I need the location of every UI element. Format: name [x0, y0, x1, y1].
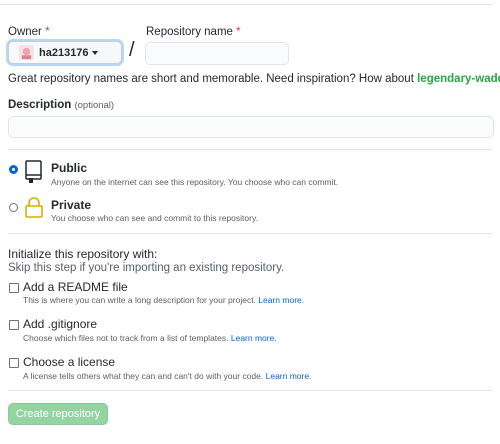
lock-icon [25, 197, 43, 218]
readme-checkbox[interactable] [9, 283, 19, 293]
name-hint: Great repository names are short and mem… [8, 73, 500, 85]
top-divider [0, 4, 492, 5]
public-title: Public [51, 161, 88, 175]
license-checkbox[interactable] [9, 358, 19, 368]
name-suggestion[interactable]: legendary-waddle [417, 73, 500, 85]
gitignore-title: Add .gitignore [23, 317, 98, 331]
description-input[interactable] [8, 116, 494, 138]
description-label: Description (optional) [8, 99, 115, 111]
repo-name-label: Repository name * [146, 26, 241, 38]
create-repository-button[interactable]: Create repository [8, 403, 108, 425]
divider [8, 390, 492, 391]
license-title: Choose a license [23, 355, 116, 369]
avatar-icon [19, 45, 34, 60]
divider [8, 233, 492, 234]
owner-label: Owner * [8, 26, 50, 38]
owner-select[interactable]: ha213176 [8, 41, 122, 64]
learn-more-link[interactable]: Learn more. [231, 333, 277, 343]
gitignore-checkbox[interactable] [9, 320, 19, 330]
readme-description: This is where you can write a long descr… [23, 295, 305, 305]
public-radio[interactable] [9, 165, 18, 174]
readme-title: Add a README file [23, 280, 128, 294]
repo-icon [25, 160, 42, 183]
init-title: Initialize this repository with: [8, 247, 158, 261]
path-separator: / [129, 39, 135, 61]
learn-more-link[interactable]: Learn more. [258, 295, 304, 305]
license-description: A license tells others what they can and… [23, 371, 312, 381]
gitignore-description: Choose which files not to track from a l… [23, 333, 277, 343]
divider [8, 149, 492, 150]
private-title: Private [51, 198, 92, 212]
private-radio[interactable] [9, 203, 18, 212]
private-description: You choose who can see and commit to thi… [51, 213, 258, 223]
owner-name: ha213176 [39, 46, 89, 59]
learn-more-link[interactable]: Learn more. [266, 371, 312, 381]
public-description: Anyone on the internet can see this repo… [51, 177, 339, 187]
chevron-down-icon [91, 50, 98, 55]
init-subtitle: Skip this step if you're importing an ex… [8, 262, 285, 274]
repo-name-input[interactable] [145, 42, 289, 65]
